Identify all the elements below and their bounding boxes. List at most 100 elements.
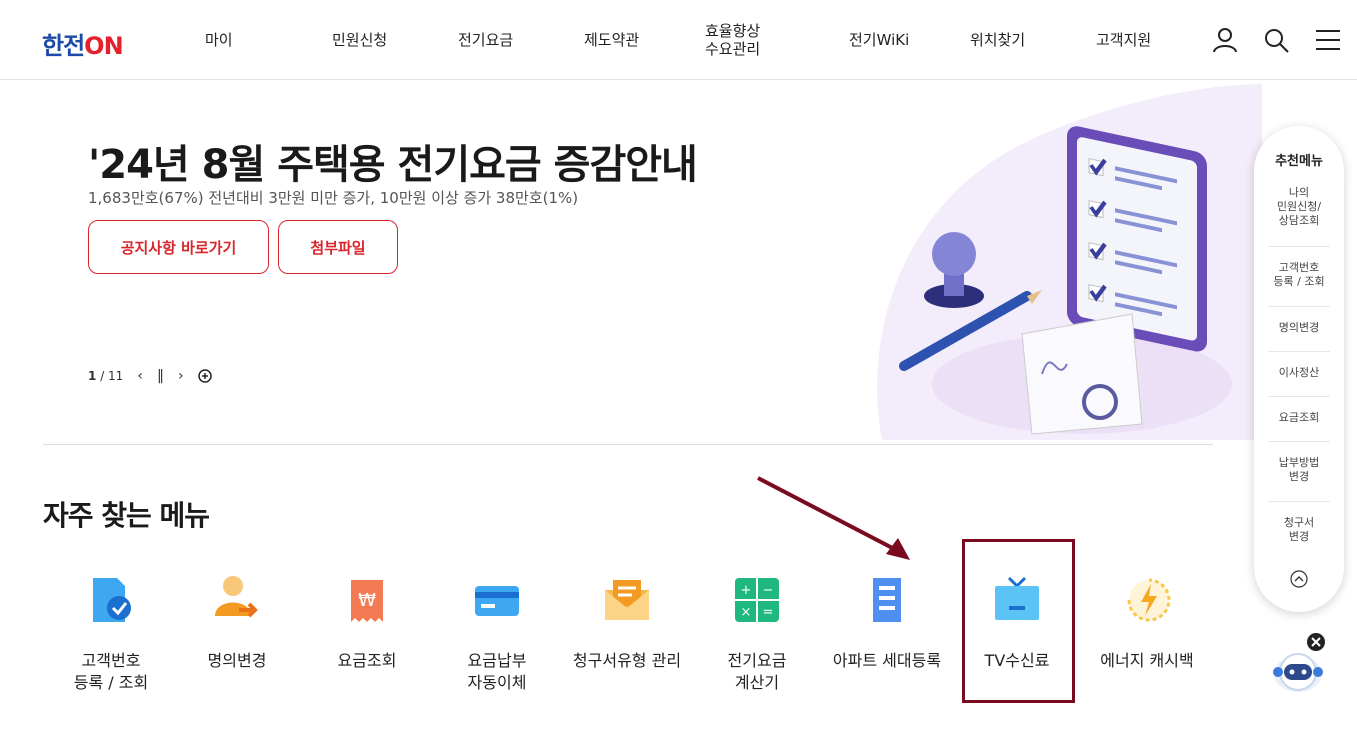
annotation-arrow	[757, 476, 910, 560]
nav-support[interactable]: 고객지원	[1096, 31, 1151, 49]
frequent-menu-title: 자주 찾는 메뉴	[43, 499, 210, 532]
rec-item-bill-change[interactable]: 청구서 변경	[1268, 516, 1330, 544]
rec-item-payment-method[interactable]: 납부방법 변경	[1268, 456, 1330, 484]
tv-license-highlight-box	[962, 539, 1075, 703]
apartment-icon	[873, 578, 901, 622]
next-slide-icon[interactable]: ›	[178, 368, 184, 384]
svg-text:=: =	[763, 605, 774, 620]
rec-line: 고객번호	[1278, 261, 1320, 274]
document-stamp-illustration	[877, 84, 1262, 440]
menu-name-change[interactable]: 명의변경	[172, 572, 302, 672]
rec-item-moving-settlement[interactable]: 이사정산	[1268, 366, 1330, 380]
kepco-on-logo[interactable]: 한전ON	[42, 26, 124, 61]
banner-pager: 1 / 11 ‹ ‖ ›	[88, 368, 212, 384]
menu-label-line1: 아파트 세대등록	[832, 651, 942, 670]
menu-label: 전기요금계산기	[692, 650, 822, 694]
recommend-panel: 추천메뉴 나의 민원신청/ 상담조회 고객번호 등록 / 조회 명의변경 이사정…	[1254, 126, 1344, 612]
menu-bill-calculator[interactable]: + − × = 전기요금계산기	[692, 572, 822, 694]
menu-bill-type[interactable]: 청구서유형 관리	[562, 572, 692, 672]
nav-my[interactable]: 마이	[205, 31, 233, 49]
menu-label-line1: 에너지 캐시백	[1100, 651, 1194, 670]
rec-separator	[1268, 246, 1330, 247]
menu-label: 고객번호등록 / 조회	[46, 650, 176, 694]
rec-separator	[1268, 501, 1330, 502]
rec-separator	[1268, 396, 1330, 397]
rec-item-bill-inquiry[interactable]: 요금조회	[1268, 411, 1330, 425]
nav-efficiency-line2: 수요관리	[705, 40, 761, 58]
site-header: 한전ON 마이 민원신청 전기요금 제도약관 효율향상 수요관리 전기WiKi …	[0, 0, 1357, 80]
menu-auto-payment[interactable]: 요금납부자동이체	[432, 572, 562, 694]
menu-customer-number[interactable]: 고객번호등록 / 조회	[46, 572, 176, 694]
rec-line: 명의변경	[1278, 321, 1320, 334]
svg-text:−: −	[763, 583, 774, 598]
rec-line: 나의	[1288, 186, 1310, 199]
menu-label: 청구서유형 관리	[562, 650, 692, 672]
rec-item-my-civil[interactable]: 나의 민원신청/ 상담조회	[1268, 186, 1330, 228]
rec-line: 요금조회	[1278, 411, 1320, 424]
menu-label-line1: 요금조회	[337, 651, 397, 670]
rec-separator	[1268, 351, 1330, 352]
rec-line: 등록 / 조회	[1273, 275, 1325, 288]
svg-text:×: ×	[741, 605, 752, 620]
menu-label-line1: 전기요금	[727, 651, 787, 670]
banner-title: '24년 8월 주택용 전기요금 증감안내	[88, 142, 698, 188]
menu-label-line1: 명의변경	[207, 651, 267, 670]
energy-cashback-icon	[1127, 578, 1171, 622]
envelope-icon	[605, 580, 649, 620]
rec-line: 변경	[1288, 530, 1310, 543]
rec-separator	[1268, 306, 1330, 307]
menu-icon[interactable]	[1314, 26, 1342, 54]
menu-label-line1: 청구서유형 관리	[572, 651, 682, 670]
menu-label: 에너지 캐시백	[1082, 650, 1212, 672]
rec-separator	[1268, 441, 1330, 442]
menu-label-line1: 요금납부	[467, 651, 527, 670]
rec-line: 청구서	[1283, 516, 1315, 529]
rec-line: 상담조회	[1278, 214, 1320, 227]
menu-bill-inquiry[interactable]: ₩ 요금조회	[302, 572, 432, 672]
rec-line: 민원신청/	[1276, 200, 1322, 213]
menu-label-line2: 등록 / 조회	[73, 673, 149, 692]
svg-text:+: +	[741, 583, 752, 598]
prev-slide-icon[interactable]: ‹	[137, 368, 143, 384]
pager-count: 1 / 11	[88, 369, 123, 383]
menu-energy-cashback[interactable]: 에너지 캐시백	[1082, 572, 1212, 672]
nav-terms[interactable]: 제도약관	[584, 31, 639, 49]
notice-shortcut-button[interactable]: 공지사항 바로가기	[88, 220, 269, 274]
logo-on-text: ON	[84, 32, 123, 60]
recommend-title: 추천메뉴	[1275, 154, 1323, 169]
menu-apartment-registration[interactable]: 아파트 세대등록	[822, 572, 952, 672]
pager-total: / 11	[100, 369, 124, 383]
rec-line: 변경	[1288, 470, 1310, 483]
logo-text: 한전	[42, 32, 85, 60]
calculator-icon: + − × =	[735, 578, 779, 622]
rec-item-name-change[interactable]: 명의변경	[1268, 321, 1330, 335]
credit-card-icon	[475, 586, 519, 616]
nav-electric-bill[interactable]: 전기요금	[458, 31, 513, 49]
search-icon[interactable]	[1262, 26, 1290, 54]
menu-label-line2: 자동이체	[467, 673, 527, 692]
receipt-won-icon: ₩	[351, 580, 383, 622]
menu-label-line2: 계산기	[734, 673, 780, 692]
nav-civil-service[interactable]: 민원신청	[332, 31, 387, 49]
section-divider	[43, 444, 1213, 445]
menu-label: 명의변경	[172, 650, 302, 672]
menu-label-line1: 고객번호	[81, 651, 141, 670]
svg-text:₩: ₩	[358, 590, 376, 611]
rec-line: 이사정산	[1278, 366, 1320, 379]
rec-item-customer-number[interactable]: 고객번호 등록 / 조회	[1268, 261, 1330, 289]
menu-label: 아파트 세대등록	[822, 650, 952, 672]
rec-line: 납부방법	[1278, 456, 1320, 469]
pause-icon[interactable]: ‖	[157, 368, 164, 384]
person-transfer-icon	[215, 576, 258, 618]
expand-slides-icon[interactable]	[197, 369, 212, 383]
nav-efficiency[interactable]: 효율향상 수요관리	[705, 22, 760, 58]
scroll-top-icon[interactable]	[1290, 570, 1308, 588]
chatbot-robot-icon[interactable]	[1272, 632, 1330, 694]
attachment-button[interactable]: 첨부파일	[278, 220, 398, 274]
banner-subtitle: 1,683만호(67%) 전년대비 3만원 미만 증가, 10만원 이상 증가 …	[88, 189, 579, 207]
nav-location[interactable]: 위치찾기	[970, 31, 1025, 49]
document-check-icon	[93, 578, 131, 622]
user-icon[interactable]	[1211, 26, 1239, 54]
nav-efficiency-line1: 효율향상	[705, 22, 761, 40]
nav-wiki[interactable]: 전기WiKi	[849, 31, 909, 49]
